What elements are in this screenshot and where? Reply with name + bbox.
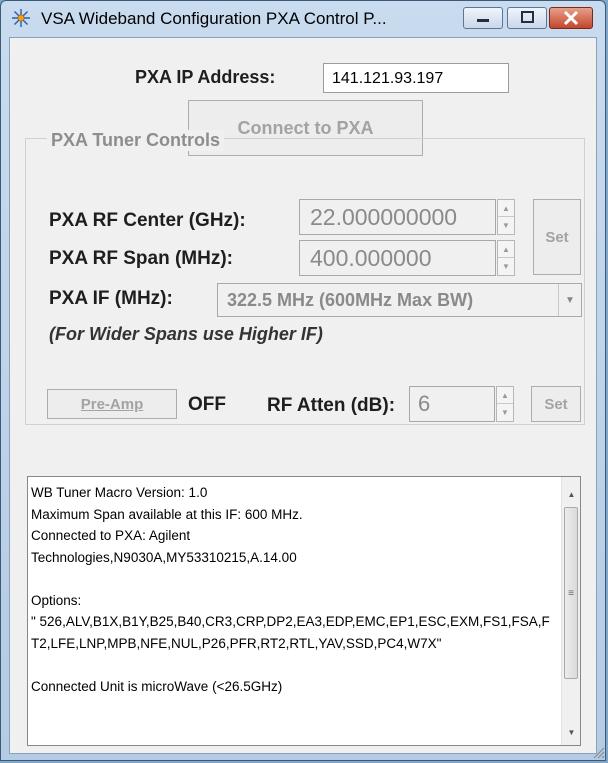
minimize-icon	[477, 19, 489, 22]
maximize-button[interactable]	[507, 7, 547, 29]
title-bar[interactable]: VSA Wideband Configuration PXA Control P…	[1, 1, 605, 35]
window-title: VSA Wideband Configuration PXA Control P…	[41, 9, 387, 28]
close-icon	[563, 10, 579, 26]
spin-down-icon[interactable]: ▼	[498, 258, 514, 275]
rf-center-input[interactable]: 22.000000000	[299, 199, 496, 235]
if-select-value: 322.5 MHz (600MHz Max BW)	[227, 290, 474, 310]
rf-atten-set-button[interactable]: Set	[531, 386, 581, 422]
scroll-down-icon[interactable]: ▼	[562, 723, 581, 741]
sun-icon	[12, 9, 30, 27]
app-window: VSA Wideband Configuration PXA Control P…	[0, 0, 606, 761]
scroll-thumb[interactable]: ≡	[564, 507, 578, 679]
spin-up-icon[interactable]: ▲	[497, 387, 513, 404]
tuner-controls-title: PXA Tuner Controls	[47, 130, 225, 151]
wider-spans-hint: (For Wider Spans use Higher IF)	[49, 324, 323, 344]
tuner-controls-group	[25, 138, 585, 425]
scroll-up-icon[interactable]: ▲	[562, 485, 581, 503]
maximize-icon	[521, 11, 534, 23]
rf-atten-input[interactable]: 6	[409, 386, 495, 422]
rf-span-input[interactable]: 400.000000	[299, 240, 496, 276]
log-textbox[interactable]: WB Tuner Macro Version: 1.0 Maximum Span…	[27, 476, 581, 746]
chevron-down-icon[interactable]: ▼	[558, 284, 581, 316]
rf-span-spinner[interactable]: ▲ ▼	[497, 240, 515, 276]
ip-address-input[interactable]: 141.121.93.197	[323, 63, 509, 93]
spin-down-icon[interactable]: ▼	[497, 404, 513, 421]
if-select[interactable]: 322.5 MHz (600MHz Max BW) ▼	[217, 283, 582, 317]
pre-amp-state: OFF	[188, 394, 226, 415]
rf-set-button[interactable]: Set	[533, 199, 581, 275]
pre-amp-button[interactable]: Pre-Amp	[47, 389, 177, 419]
rf-atten-spinner[interactable]: ▲ ▼	[496, 386, 514, 422]
log-text: WB Tuner Macro Version: 1.0 Maximum Span…	[31, 485, 550, 694]
close-button[interactable]	[549, 7, 593, 29]
log-scrollbar[interactable]: ▲ ≡ ▼	[561, 477, 580, 745]
ip-address-label: PXA IP Address:	[135, 67, 276, 87]
rf-center-spinner[interactable]: ▲ ▼	[497, 199, 515, 235]
rf-span-label: PXA RF Span (MHz):	[49, 248, 234, 269]
resize-grip-icon[interactable]	[591, 745, 605, 759]
rf-center-label: PXA RF Center (GHz):	[49, 210, 246, 231]
if-label: PXA IF (MHz):	[49, 288, 173, 309]
rf-atten-label: RF Atten (dB):	[267, 395, 396, 416]
spin-down-icon[interactable]: ▼	[498, 217, 514, 234]
minimize-button[interactable]	[463, 7, 503, 29]
spin-up-icon[interactable]: ▲	[498, 200, 514, 217]
spin-up-icon[interactable]: ▲	[498, 241, 514, 258]
